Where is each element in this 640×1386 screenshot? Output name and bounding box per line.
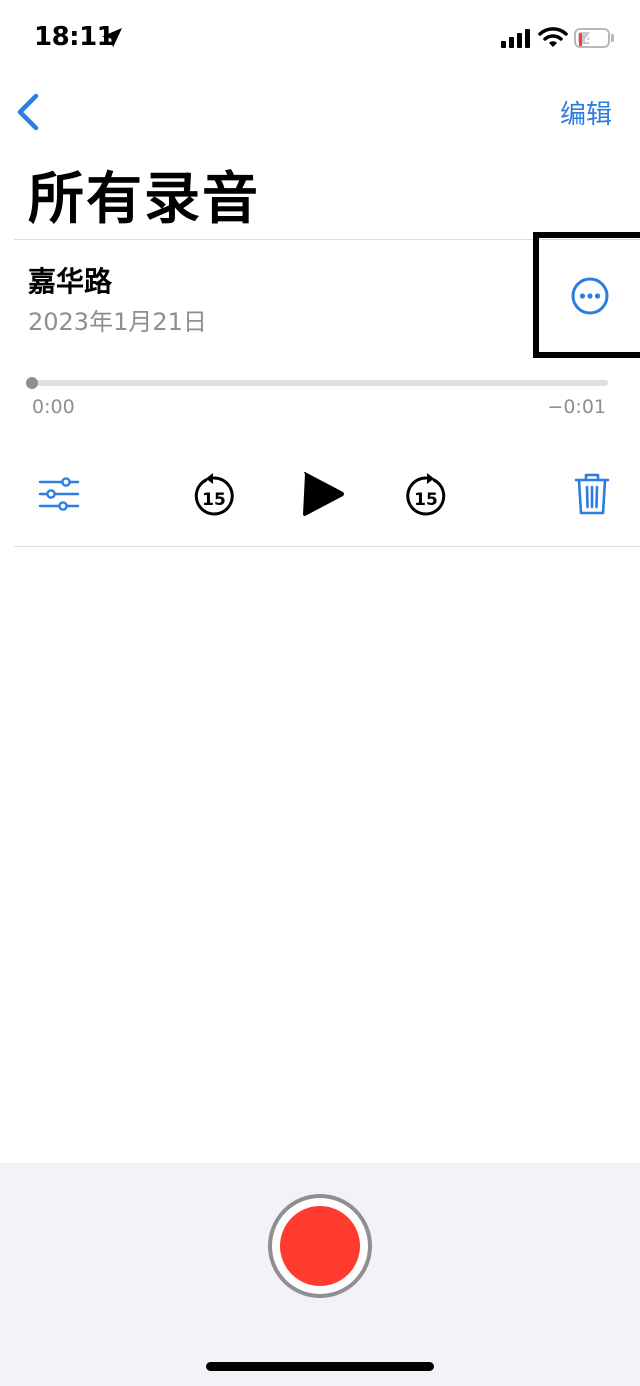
skip-back-label: 15 xyxy=(202,490,226,510)
remaining-time: −0:01 xyxy=(547,396,606,418)
trash-icon[interactable] xyxy=(574,472,610,516)
cellular-signal-icon xyxy=(501,29,530,48)
skip-forward-label: 15 xyxy=(414,490,438,510)
highlight-box xyxy=(533,232,640,358)
edit-button[interactable]: 编辑 xyxy=(560,94,612,131)
scrubber-handle[interactable] xyxy=(26,377,38,389)
battery-icon: 47 xyxy=(574,28,618,50)
play-icon[interactable] xyxy=(300,470,346,518)
divider-bottom xyxy=(14,546,640,547)
record-button[interactable] xyxy=(268,1194,372,1298)
recording-date: 2023年1月21日 xyxy=(28,308,207,336)
home-indicator xyxy=(206,1362,434,1371)
record-dot xyxy=(280,1206,360,1286)
playback-scrubber[interactable] xyxy=(32,380,608,386)
goforward-15-icon[interactable]: 15 xyxy=(404,472,448,518)
wifi-icon xyxy=(538,27,568,47)
sliders-icon[interactable] xyxy=(38,476,80,512)
gobackward-15-icon[interactable]: 15 xyxy=(192,472,236,518)
elapsed-time: 0:00 xyxy=(32,396,75,418)
chevron-left-icon[interactable] xyxy=(10,92,46,132)
battery-level: 47 xyxy=(584,32,604,48)
page-title: 所有录音 xyxy=(28,167,260,232)
recording-title[interactable]: 嘉华路 xyxy=(28,260,112,300)
location-arrow-icon xyxy=(102,28,122,48)
